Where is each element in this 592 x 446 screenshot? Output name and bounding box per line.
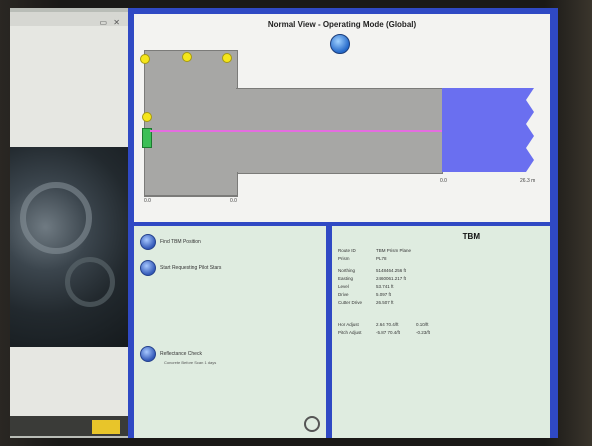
status-row: Level 53.741 ft bbox=[338, 284, 416, 289]
action-label: Find TBM Position bbox=[160, 239, 201, 245]
status-key: Prism bbox=[338, 256, 350, 261]
status-row: Easting 2460061.217 ft bbox=[338, 276, 416, 281]
status-key: Cutter Drive bbox=[338, 300, 363, 305]
status-value-secondary: 0.10/ft bbox=[416, 322, 429, 327]
check-icon bbox=[140, 346, 156, 362]
taskbar-badge[interactable] bbox=[92, 420, 120, 434]
alignment-view-pane: Normal View - Operating Mode (Global) 0.… bbox=[134, 14, 550, 222]
star-icon bbox=[140, 260, 156, 276]
settings-gear-icon[interactable] bbox=[304, 416, 320, 432]
panel-title: TBM bbox=[462, 232, 480, 241]
survey-point[interactable] bbox=[140, 54, 150, 64]
status-value: PL78 bbox=[376, 256, 387, 261]
status-row: Cutter Drive 26.507 ft bbox=[338, 300, 416, 305]
excavation-zone bbox=[442, 88, 534, 172]
status-value: 2460061.217 ft bbox=[376, 276, 407, 281]
status-value: 5148464.256 ft bbox=[376, 268, 407, 273]
actions-panel: Find TBM Position Start Requesting Pilot… bbox=[134, 226, 326, 438]
reflectance-check-button[interactable]: Reflectance Check Concrete Before Scan 1… bbox=[140, 346, 216, 365]
shaft-base bbox=[144, 172, 238, 196]
status-key: Route ID bbox=[338, 248, 356, 253]
status-key: Northing bbox=[338, 268, 356, 273]
status-row: Pitch Adjust -5.87 70.4/ft -0.23/ft bbox=[338, 330, 446, 335]
status-value: TBM Prism Plane bbox=[376, 248, 412, 253]
survey-point[interactable] bbox=[182, 52, 192, 62]
status-key: Easting bbox=[338, 276, 354, 281]
bottom-panels: Find TBM Position Start Requesting Pilot… bbox=[134, 226, 550, 438]
survey-point[interactable] bbox=[142, 112, 152, 122]
tick-label: 0.0 bbox=[440, 178, 447, 184]
main-window: Normal View - Operating Mode (Global) 0.… bbox=[128, 8, 558, 438]
tick-label: 26.3 m bbox=[520, 178, 536, 184]
screen: ▭ ✕ Normal View - Operating Mode (Global… bbox=[10, 8, 558, 438]
status-value: 2.64 70.4/ft bbox=[376, 322, 399, 327]
action-label: Reflectance Check bbox=[160, 351, 202, 357]
target-icon bbox=[140, 234, 156, 250]
status-value: 53.741 ft bbox=[376, 284, 394, 289]
status-key: Hor Adjust bbox=[338, 322, 359, 327]
status-value-secondary: -0.23/ft bbox=[416, 330, 431, 335]
status-row: Prism PL78 bbox=[338, 256, 416, 261]
taskbar bbox=[10, 416, 130, 436]
view-title: Normal View - Operating Mode (Global) bbox=[267, 20, 417, 29]
tick-label: 0.0 bbox=[144, 198, 151, 204]
background-window[interactable]: ▭ ✕ bbox=[10, 12, 130, 436]
status-value: -5.87 70.4/ft bbox=[376, 330, 401, 335]
alignment-diagram: 0.0 0.0 0.0 26.3 m bbox=[140, 50, 544, 210]
status-row: Hor Adjust 2.64 70.4/ft 0.10/ft bbox=[338, 322, 446, 327]
survey-point[interactable] bbox=[222, 53, 232, 63]
status-value: 26.507 ft bbox=[376, 300, 394, 305]
find-tbm-position-button[interactable]: Find TBM Position bbox=[140, 234, 201, 250]
tunnel-photo bbox=[10, 147, 128, 347]
window-controls[interactable]: ▭ ✕ bbox=[100, 18, 122, 27]
tick-label: 0.0 bbox=[230, 198, 237, 204]
status-key: Drive bbox=[338, 292, 349, 297]
status-row: Northing 5148464.256 ft bbox=[338, 268, 416, 273]
action-sublabel: Concrete Before Scan 1 days bbox=[164, 360, 217, 365]
status-key: Level bbox=[338, 284, 349, 289]
status-key: Pitch Adjust bbox=[338, 330, 362, 335]
status-value: 5.097 ft bbox=[376, 292, 392, 297]
action-label: Start Requesting Pilot Stars bbox=[160, 265, 222, 271]
design-alignment-line bbox=[150, 130, 446, 132]
status-row: Drive 5.097 ft bbox=[338, 292, 416, 297]
status-row: Route ID TBM Prism Plane bbox=[338, 248, 416, 253]
tbm-status-panel: TBM Route ID TBM Prism Plane Prism PL78 … bbox=[332, 226, 550, 438]
start-requesting-pilot-stars-button[interactable]: Start Requesting Pilot Stars bbox=[140, 260, 221, 276]
